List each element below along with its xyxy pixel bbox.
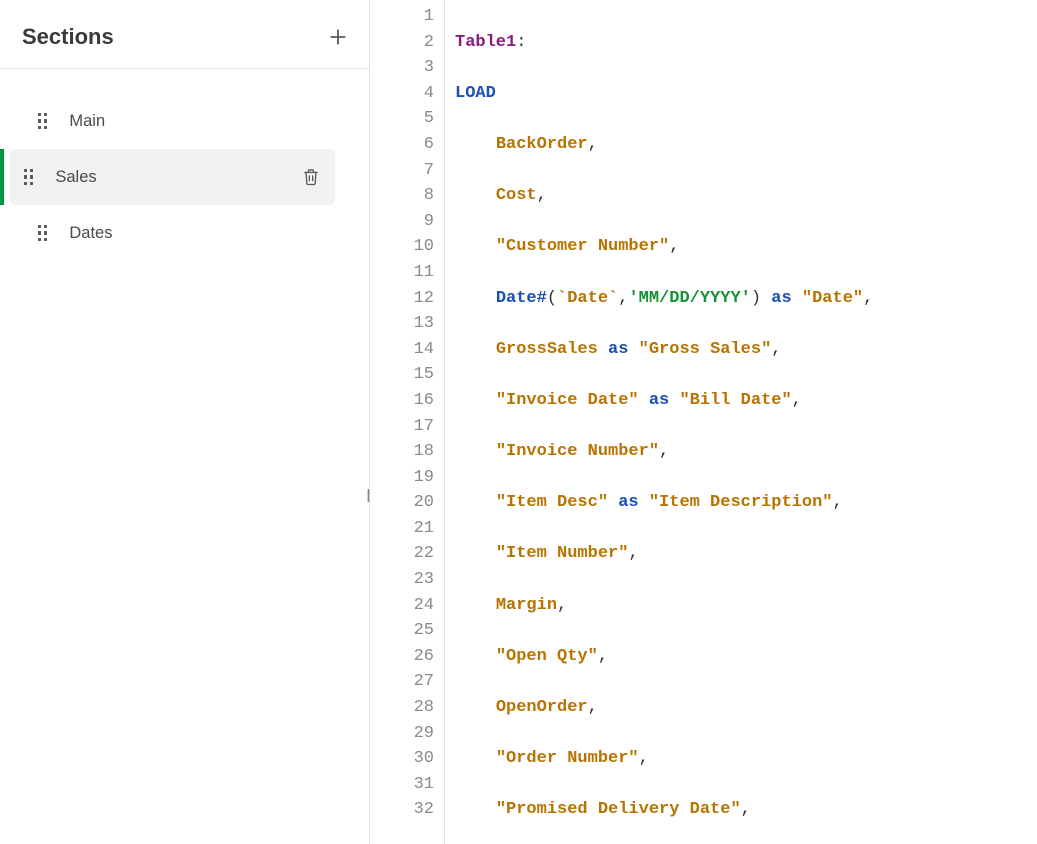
gutter-line-number: 18 <box>370 439 434 465</box>
gutter-line-number: 2 <box>370 30 434 56</box>
sidebar-item-sales[interactable]: Sales <box>0 149 359 205</box>
gutter-line-number: 8 <box>370 183 434 209</box>
gutter-line-number: 6 <box>370 132 434 158</box>
sidebar-item-label: Sales <box>55 168 96 187</box>
gutter-line-number: 14 <box>370 337 434 363</box>
sidebar-item-main[interactable]: Main <box>10 93 359 149</box>
gutter-line-number: 32 <box>370 797 434 823</box>
drag-handle-icon[interactable] <box>38 113 47 129</box>
sections-header: Sections <box>0 0 369 69</box>
add-section-icon[interactable] <box>327 26 349 48</box>
gutter-line-number: 25 <box>370 618 434 644</box>
gutter-line-number: 9 <box>370 209 434 235</box>
sections-title: Sections <box>22 24 114 50</box>
gutter-line-number: 15 <box>370 362 434 388</box>
panel-resize-handle[interactable]: || <box>362 482 372 506</box>
gutter-line-number: 4 <box>370 81 434 107</box>
gutter-line-number: 13 <box>370 311 434 337</box>
gutter-line-number: 24 <box>370 593 434 619</box>
sections-sidebar: Sections Main Sales <box>0 0 370 844</box>
gutter-line-number: 1 <box>370 4 434 30</box>
script-editor[interactable]: 1234567891011121314151617181920212223242… <box>370 0 1037 844</box>
gutter-line-number: 31 <box>370 772 434 798</box>
editor-gutter: 1234567891011121314151617181920212223242… <box>370 0 445 844</box>
gutter-line-number: 22 <box>370 541 434 567</box>
sidebar-item-label: Main <box>69 112 105 131</box>
gutter-line-number: 7 <box>370 158 434 184</box>
gutter-line-number: 20 <box>370 490 434 516</box>
drag-handle-icon[interactable] <box>24 169 33 185</box>
gutter-line-number: 10 <box>370 234 434 260</box>
gutter-line-number: 23 <box>370 567 434 593</box>
gutter-line-number: 16 <box>370 388 434 414</box>
gutter-line-number: 27 <box>370 669 434 695</box>
gutter-line-number: 28 <box>370 695 434 721</box>
drag-handle-icon[interactable] <box>38 225 47 241</box>
gutter-line-number: 19 <box>370 465 434 491</box>
delete-section-icon[interactable] <box>301 167 321 187</box>
gutter-line-number: 11 <box>370 260 434 286</box>
editor-code[interactable]: Table1: LOAD BackOrder, Cost, "Customer … <box>445 0 945 844</box>
sidebar-item-dates[interactable]: Dates <box>10 205 359 261</box>
gutter-line-number: 21 <box>370 516 434 542</box>
gutter-line-number: 5 <box>370 106 434 132</box>
gutter-line-number: 3 <box>370 55 434 81</box>
gutter-line-number: 12 <box>370 286 434 312</box>
gutter-line-number: 30 <box>370 746 434 772</box>
sidebar-item-label: Dates <box>69 224 112 243</box>
gutter-line-number: 17 <box>370 414 434 440</box>
gutter-line-number: 29 <box>370 721 434 747</box>
gutter-line-number: 26 <box>370 644 434 670</box>
